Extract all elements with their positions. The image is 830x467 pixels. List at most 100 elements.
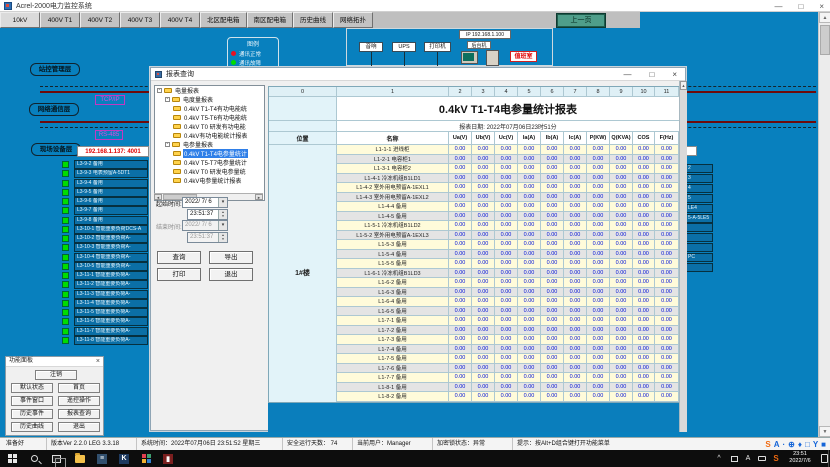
dialog-minimize-button[interactable]: — [623,70,631,79]
end-time-spinner[interactable]: 23:51:37▴▾ [187,232,228,243]
tab-6[interactable]: 北区配电箱 [200,12,247,28]
tree-node[interactable]: 0.4kV T1-T4有功电能统 [155,104,264,113]
pinned-app-icon-grid[interactable] [136,450,156,467]
device-label[interactable]: L3-11-6 智能重要负荷A- [74,317,148,326]
minimize-button[interactable]: — [774,2,782,11]
device-item[interactable]: L3-11-5 智能重要负荷A- [62,308,148,317]
device-label[interactable]: L3-10-5 智能重要负荷A- [74,262,148,271]
start-button[interactable] [2,450,22,467]
device-item[interactable]: L3-9-5 备用 [62,188,148,197]
tree-node[interactable]: 0.4kV T1-T4电参量统计 [155,149,264,158]
device-label[interactable]: L3-9-8 备用 [74,216,148,225]
exit-button[interactable]: 退出 [209,268,253,281]
tab-3[interactable]: 400V T2 [80,12,120,28]
maximize-button[interactable]: □ [798,2,803,11]
device-label[interactable]: L3-11-3 智能重要负荷A- [74,290,148,299]
ups-box[interactable]: UPS [392,42,416,52]
tree-node-label[interactable]: 0.4kV T0 研发电参量统 [183,167,247,176]
tree-node[interactable]: - 电量报表 [155,86,264,95]
ime-icon[interactable]: ■ [821,440,826,449]
history-curve-button[interactable]: 历史曲线 [11,422,53,432]
query-button[interactable]: 查询 [157,251,201,264]
speaker-box[interactable]: 音响 [359,42,383,52]
scroll-up-arrow[interactable]: ▲ [680,81,687,90]
tree-node[interactable]: 0.4kV T0 研发电参量统 [155,167,264,176]
device-item[interactable]: L3-10-4 智能重要负荷A- [62,253,148,262]
tree-node[interactable]: 0.4kV T5-T6有功电能统 [155,113,264,122]
close-button[interactable]: × [819,2,824,11]
remote-control-button[interactable]: 遥控操作 [58,396,100,406]
tree-expander-icon[interactable]: - [157,88,162,93]
default-state-button[interactable]: 默认状态 [11,383,53,393]
device-label[interactable]: L3-9-7 备用 [74,206,148,215]
device-item[interactable]: L3-9-7 备用 [62,206,148,215]
tree-node-label[interactable]: 0.4kV T1-T4有功电能统 [183,104,248,113]
dropdown-arrow-icon[interactable]: ▾ [218,221,227,230]
dialog-titlebar[interactable]: 报表查询 — □ × [151,68,685,81]
tree-node-label[interactable]: 电量报表 [174,86,200,95]
pinned-app-icon-1[interactable]: ≡ [92,450,112,467]
device-label[interactable]: L3-11-4 智能重要负荷A- [74,299,148,308]
ime-icon[interactable]: □ [805,440,810,449]
tray-chevron-icon[interactable]: ^ [712,450,726,467]
device-item[interactable]: L3-11-4 智能重要负荷A- [62,299,148,308]
spinner-arrows-icon[interactable]: ▴▾ [218,210,227,219]
home-button[interactable]: 首页 [58,383,100,393]
ime-icon[interactable]: ♦ [798,440,802,449]
tree-node-label[interactable]: 0.4kV T5-T6有功电能统 [183,113,248,122]
tree-node-label[interactable]: 0.4kV T5-T7电参量统计 [183,158,248,167]
tab-2[interactable]: 400V T1 [40,12,80,28]
tree-node[interactable]: 0.4kV电参量统计报表 [155,176,264,185]
spinner-arrows-icon[interactable]: ▴▾ [218,233,227,242]
device-label[interactable]: L3-11-7 智能重要负荷A- [74,327,148,336]
tab-9[interactable]: 网络拓扑 [333,12,373,28]
history-event-button[interactable]: 历史事件 [11,409,53,419]
tab-5[interactable]: 400V T4 [160,12,200,28]
ime-icon[interactable]: ⊕ [788,440,795,449]
device-item[interactable]: L3-11-2 智能重要负荷A- [62,280,148,289]
device-label[interactable]: L3-9-2 备用 [74,160,148,169]
print-button[interactable]: 打印 [157,268,201,281]
device-label[interactable]: L3-10-2 智能重要负荷A- [74,234,148,243]
tree-node[interactable]: 0.4kV T5-T7电参量统计 [155,158,264,167]
tree-node[interactable]: -电参量报表 [155,140,264,149]
start-date-picker[interactable]: 2022/ 7/ 6▾ [182,197,228,208]
file-explorer-icon[interactable] [70,450,90,467]
logout-button[interactable]: 注销 [35,370,77,380]
tree-node-label[interactable]: 电参量报表 [182,140,214,149]
ime-icon[interactable]: · [783,440,786,449]
tab-7[interactable]: 南区配电箱 [247,12,294,28]
device-item[interactable]: L3-11-3 智能重要负荷A- [62,290,148,299]
start-time-spinner[interactable]: 23:51:37▴▾ [187,209,228,220]
tree-expander-icon[interactable]: - [165,97,170,102]
tab-8[interactable]: 历史曲线 [293,12,333,28]
report-vertical-scrollbar[interactable]: ▲ [679,81,687,432]
scrollbar-thumb[interactable] [820,25,830,55]
dropdown-arrow-icon[interactable]: ▾ [218,198,227,207]
notification-center-icon[interactable] [821,454,828,463]
device-item[interactable]: L3-11-6 智能重要负荷A- [62,317,148,326]
device-label[interactable]: L3-9-4 备用 [74,179,148,188]
device-item[interactable]: L3-9-6 备用 [62,197,148,206]
previous-page-button[interactable]: 上一页 [557,14,605,27]
tab-4[interactable]: 400V T3 [120,12,160,28]
device-label[interactable]: L3-10-1 智能重要负荷DCS-A [74,225,148,234]
device-item[interactable]: L3-9-4 备用 [62,179,148,188]
report-query-button[interactable]: 报表查询 [58,409,100,419]
tree-node[interactable]: 0.4kV有功电能统计报表 [155,131,264,140]
device-label[interactable]: L3-9-3 电表预留A-5DT1 [74,169,148,178]
device-item[interactable]: L3-10-2 智能重要负荷A- [62,234,148,243]
device-label[interactable]: L3-11-1 智能重要负荷A- [74,271,148,280]
device-label[interactable]: L3-9-5 备用 [74,188,148,197]
scroll-up-arrow[interactable]: ▲ [819,12,830,23]
device-label[interactable]: L3-9-6 备用 [74,197,148,206]
tree-node-label[interactable]: 0.4kV T1-T4电参量统计 [183,149,248,158]
ime-icon[interactable]: Y [813,440,818,449]
device-item[interactable]: L3-9-2 备用 [62,160,148,169]
ime-icon[interactable]: S [765,440,770,449]
scroll-down-arrow[interactable]: ▼ [819,426,830,437]
scroll-right-arrow[interactable]: ► [255,194,263,200]
device-item[interactable]: L3-9-3 电表预留A-5DT1 [62,169,148,178]
device-label[interactable]: L3-11-8 智能重要负荷A- [74,336,148,345]
tree-node-label[interactable]: 电度量报表 [182,95,214,104]
